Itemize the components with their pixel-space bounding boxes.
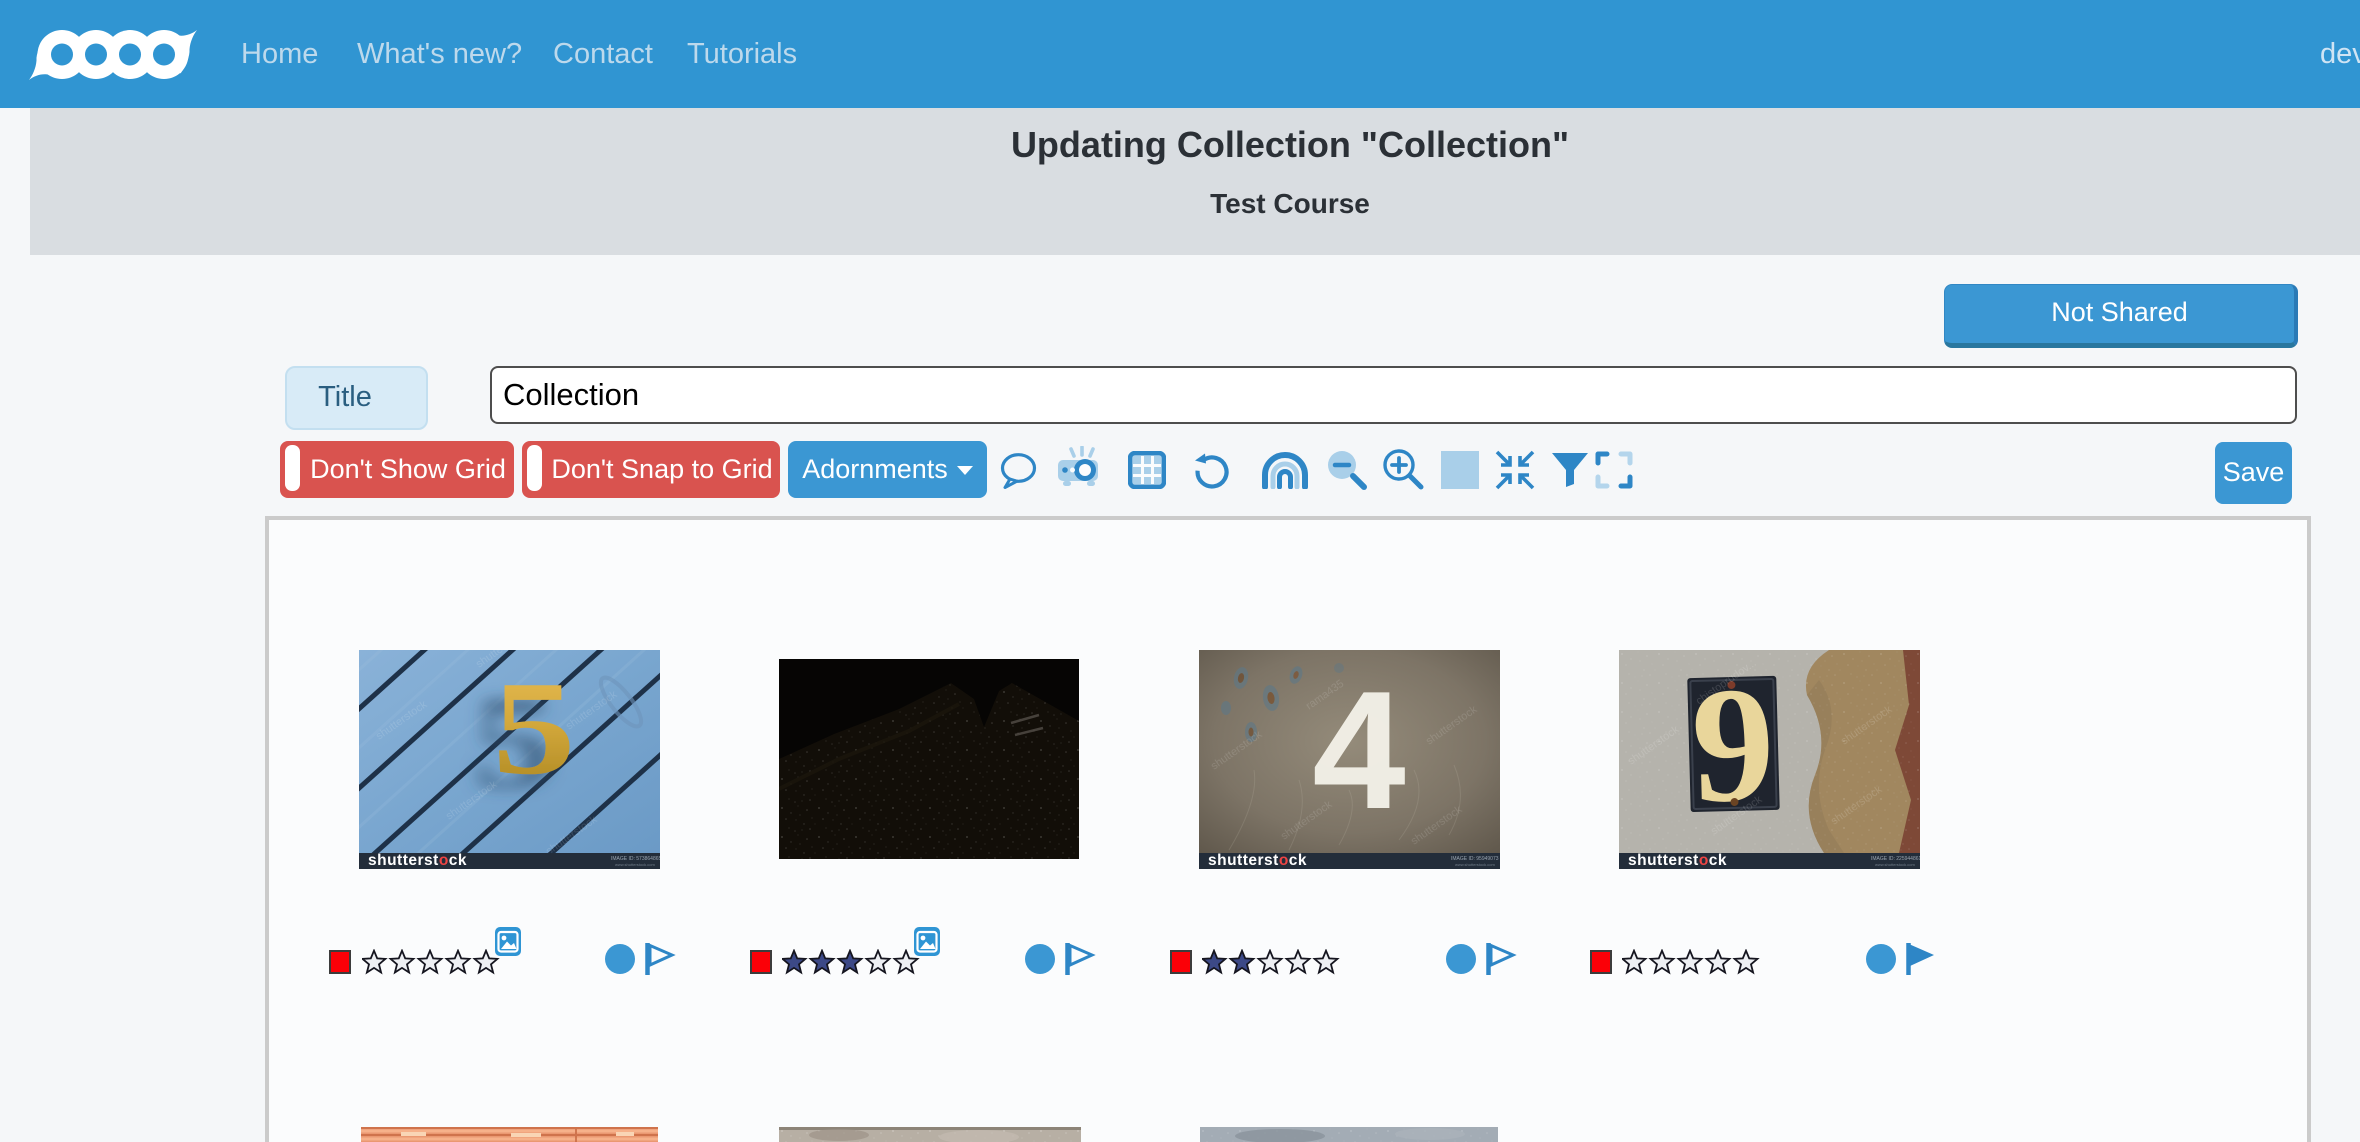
svg-text:www.shutterstock.com: www.shutterstock.com (615, 862, 655, 867)
svg-text:5: 5 (492, 654, 575, 802)
svg-text:www.shutterstock.com: www.shutterstock.com (1455, 862, 1495, 867)
svg-text:www.shutterstock.com: www.shutterstock.com (1875, 862, 1915, 867)
svg-text:shutterstock: shutterstock (1208, 852, 1307, 869)
svg-text:shutterstock: shutterstock (1628, 852, 1727, 869)
svg-text:4: 4 (1312, 656, 1405, 844)
svg-text:shutterstock: shutterstock (368, 852, 467, 869)
